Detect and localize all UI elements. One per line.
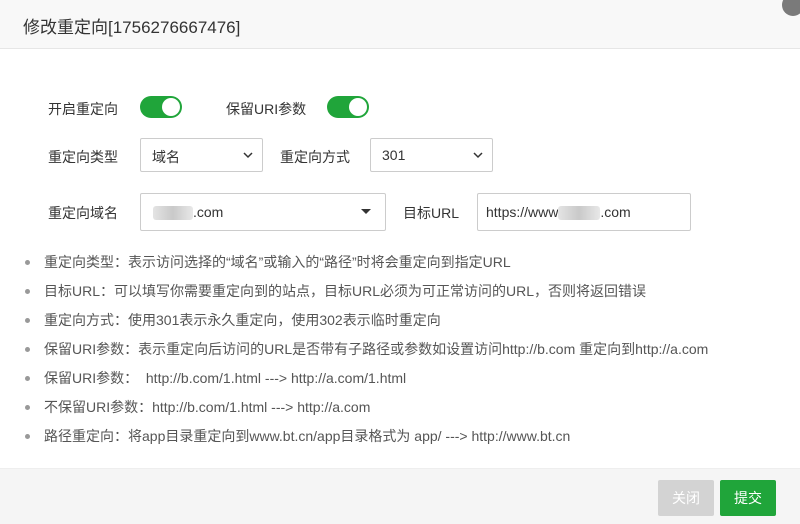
bullet-icon	[25, 260, 30, 265]
dialog-titlebar: 修改重定向[1756276667476]	[0, 0, 800, 49]
caret-down-icon	[361, 209, 371, 214]
redirect-domain-display: .com	[153, 204, 224, 221]
list-item: 重定向类型：表示访问选择的“域名”或输入的“路径”时将会重定向到指定URL	[25, 252, 795, 281]
close-button[interactable]: 关闭	[658, 480, 714, 516]
bullet-icon	[25, 376, 30, 381]
redacted-text	[153, 206, 193, 221]
list-item: 重定向方式：使用301表示永久重定向，使用302表示临时重定向	[25, 310, 795, 339]
redirect-method-value: 301	[382, 147, 406, 163]
dialog-title: 修改重定向[1756276667476]	[23, 18, 241, 37]
target-url-input[interactable]: https://www .com	[477, 193, 691, 231]
target-url-display: https://www .com	[486, 204, 631, 221]
keep-uri-label: 保留URI参数	[226, 101, 307, 117]
chevron-down-icon	[243, 152, 253, 159]
target-url-prefix: https://www	[486, 204, 559, 220]
redirect-domain-select[interactable]: .com	[140, 193, 386, 231]
help-notes-list: 重定向类型：表示访问选择的“域名”或输入的“路径”时将会重定向到指定URL 目标…	[25, 252, 795, 455]
redirect-domain-value: .com	[193, 204, 224, 220]
list-item: 不保留URI参数：http://b.com/1.html ---> http:/…	[25, 397, 795, 426]
chevron-down-icon	[473, 152, 483, 159]
redirect-type-select[interactable]: 域名	[140, 138, 263, 172]
list-item: 目标URL：可以填写你需要重定向到的站点，目标URL必须为可正常访问的URL，否…	[25, 281, 795, 310]
enable-redirect-toggle[interactable]	[140, 96, 182, 118]
redirect-domain-label: 重定向域名	[48, 205, 118, 221]
redirect-type-label: 重定向类型	[48, 149, 118, 165]
target-url-label: 目标URL	[403, 205, 460, 221]
list-item: 保留URI参数： http://b.com/1.html ---> http:/…	[25, 368, 795, 397]
toggle-knob	[162, 98, 180, 116]
list-item: 保留URI参数：表示重定向后访问的URL是否带有子路径或参数如设置访问http:…	[25, 339, 795, 368]
bullet-icon	[25, 289, 30, 294]
redirect-method-select[interactable]: 301	[370, 138, 493, 172]
redacted-text	[558, 206, 601, 221]
target-url-suffix: .com	[600, 204, 631, 220]
redirect-type-value: 域名	[152, 149, 180, 165]
bullet-icon	[25, 347, 30, 352]
bullet-icon	[25, 318, 30, 323]
dialog-footer: 关闭 提交	[0, 468, 800, 524]
submit-button[interactable]: 提交	[720, 480, 776, 516]
keep-uri-toggle[interactable]	[327, 96, 369, 118]
list-item: 路径重定向：将app目录重定向到www.bt.cn/app目录格式为 app/ …	[25, 426, 795, 455]
enable-redirect-label: 开启重定向	[48, 101, 118, 117]
redirect-method-label: 重定向方式	[280, 149, 350, 165]
toggle-knob	[349, 98, 367, 116]
bullet-icon	[25, 434, 30, 439]
bullet-icon	[25, 405, 30, 410]
